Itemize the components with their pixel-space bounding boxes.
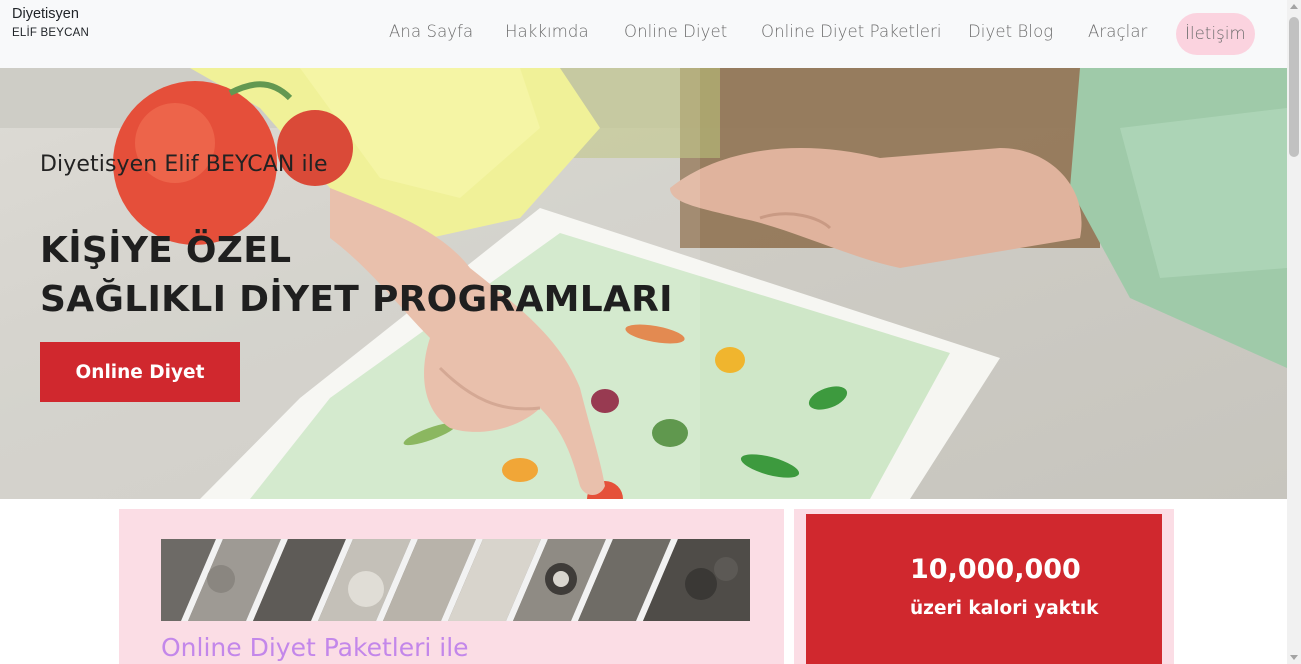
hero-banner: Diyetisyen Elif BEYCAN ile KİŞİYE ÖZEL S…: [0, 68, 1287, 499]
nav-diet-packages[interactable]: Online Diyet Paketleri: [761, 22, 942, 41]
brand-title: Diyetisyen: [12, 6, 79, 22]
scroll-up-arrow-icon[interactable]: [1290, 4, 1298, 9]
packages-card-title: Online Diyet Paketleri ile: [161, 633, 469, 662]
nav-home[interactable]: Ana Sayfa: [389, 22, 473, 41]
online-diet-button[interactable]: Online Diyet: [40, 342, 240, 402]
nav-online-diet[interactable]: Online Diyet: [624, 22, 727, 41]
packages-card: Online Diyet Paketleri ile: [119, 509, 784, 664]
scrollbar-thumb[interactable]: [1289, 17, 1299, 157]
nav-tools[interactable]: Araçlar: [1088, 22, 1147, 41]
nav-about[interactable]: Hakkımda: [505, 22, 589, 41]
nav-contact[interactable]: İletişim: [1176, 13, 1255, 55]
brand-subtitle: ELİF BEYCAN: [12, 26, 89, 39]
scroll-down-arrow-icon[interactable]: [1290, 655, 1298, 660]
stat-value: 10,000,000: [910, 554, 1081, 585]
page-scrollbar[interactable]: [1287, 0, 1301, 664]
hero-title-line-1: KİŞİYE ÖZEL: [40, 230, 292, 271]
hero-title-line-2: SAĞLIKLI DİYET PROGRAMLARI: [40, 279, 673, 320]
hero-title: KİŞİYE ÖZEL SAĞLIKLI DİYET PROGRAMLARI: [40, 226, 673, 324]
stat-card: 10,000,000 üzeri kalori yaktık: [806, 514, 1162, 664]
hero-subtitle: Diyetisyen Elif BEYCAN ile: [40, 152, 328, 177]
navbar: Diyetisyen ELİF BEYCAN Ana Sayfa Hakkımd…: [0, 0, 1287, 68]
brand-logo[interactable]: Diyetisyen ELİF BEYCAN: [12, 7, 89, 39]
stat-card-wrapper: 10,000,000 üzeri kalori yaktık: [794, 509, 1174, 664]
nav-diet-blog[interactable]: Diyet Blog: [968, 22, 1053, 41]
stat-label: üzeri kalori yaktık: [910, 598, 1099, 619]
food-collage-image: [161, 539, 750, 621]
